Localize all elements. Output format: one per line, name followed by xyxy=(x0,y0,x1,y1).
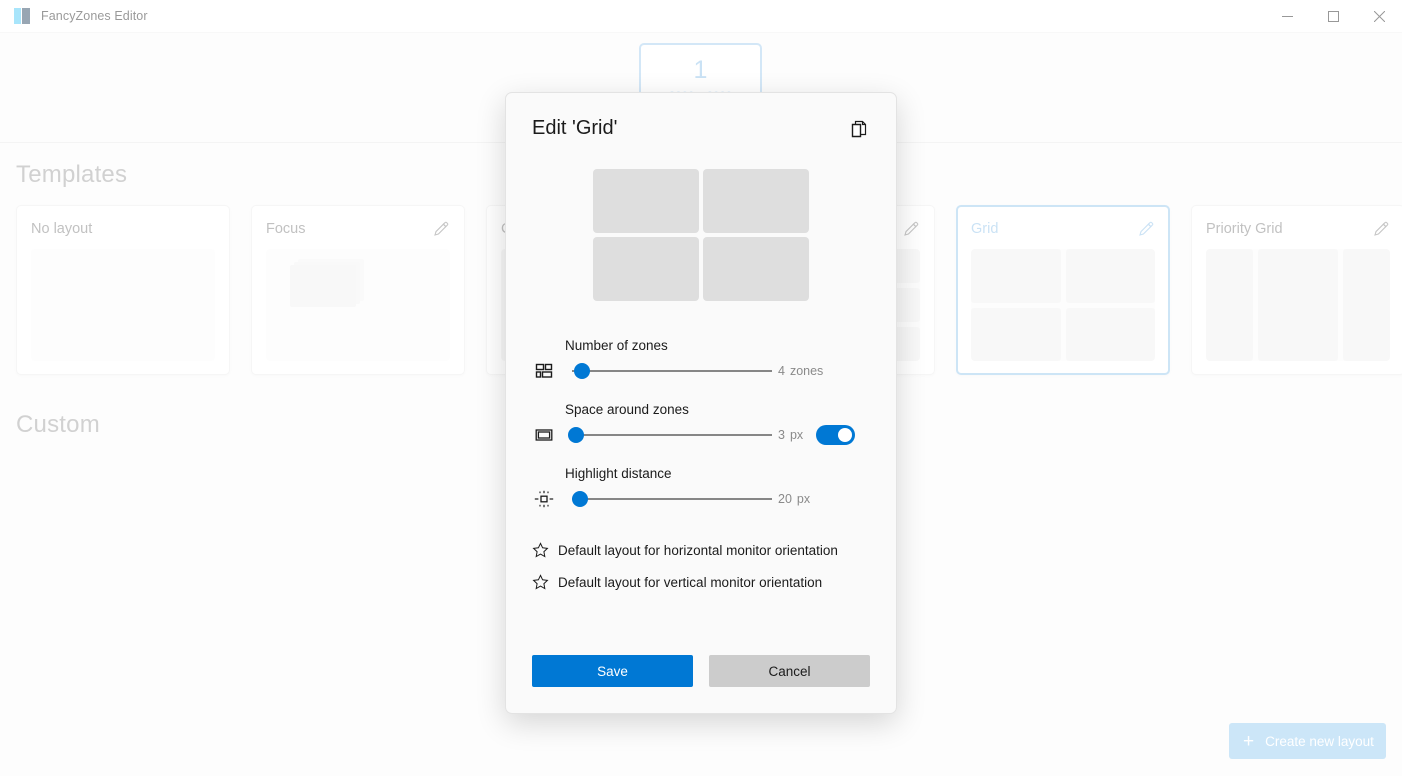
layout-preview xyxy=(593,169,809,301)
setting-row: 20 px xyxy=(532,486,870,512)
setting-label-number_of_zones: Number of zones xyxy=(565,338,668,353)
setting-row: 4 zones xyxy=(532,358,870,384)
preview-zone xyxy=(703,237,809,301)
default-orientation-options: Default layout for horizontal monitor or… xyxy=(506,534,896,598)
slider-number: 4 xyxy=(778,364,785,378)
default-layout-horizontal-option[interactable]: Default layout for horizontal monitor or… xyxy=(532,534,870,566)
slider-unit: zones xyxy=(789,364,824,378)
slider-track xyxy=(572,498,772,500)
slider-unit: px xyxy=(796,492,811,506)
slider-thumb[interactable] xyxy=(572,491,588,507)
dialog-actions: Save Cancel xyxy=(506,655,896,713)
star-outline-icon xyxy=(532,573,549,591)
dialog-title: Edit 'Grid' xyxy=(532,117,618,139)
setting-number_of_zones: Number of zones 4 zones xyxy=(532,338,870,384)
slider-number: 3 xyxy=(778,428,785,442)
setting-label-space_around_zones: Space around zones xyxy=(565,402,689,417)
slider-number_of_zones[interactable] xyxy=(566,361,772,381)
setting-space_around_zones: Space around zones 3 px xyxy=(532,402,870,448)
dialog-header: Edit 'Grid' xyxy=(506,93,896,140)
slider-value-highlight_distance: 20 px xyxy=(778,492,810,506)
preview-zone xyxy=(593,237,699,301)
star-outline-icon xyxy=(532,541,549,559)
slider-highlight_distance[interactable] xyxy=(566,489,772,509)
preview-zone xyxy=(703,169,809,233)
toggle-knob xyxy=(838,428,853,442)
slider-value-number_of_zones: 4 zones xyxy=(778,364,823,378)
default-layout-label: Default layout for horizontal monitor or… xyxy=(558,542,838,558)
setting-row: 3 px xyxy=(532,422,870,448)
edit-layout-dialog: Edit 'Grid' Number of zones 4 zones Space a… xyxy=(505,92,897,714)
toggle-space_around_zones[interactable] xyxy=(816,425,856,445)
fancyzones-editor-window: FancyZones Editor 1 3000 x 2000 Template… xyxy=(0,0,1402,776)
default-layout-vertical-option[interactable]: Default layout for vertical monitor orie… xyxy=(532,566,870,598)
settings-list: Number of zones 4 zones Space around zones 3… xyxy=(506,338,896,512)
copy-icon[interactable] xyxy=(848,118,870,140)
zones-grid-icon xyxy=(532,359,556,383)
slider-number: 20 xyxy=(778,492,792,506)
default-layout-label: Default layout for vertical monitor orie… xyxy=(558,574,823,590)
preview-zone xyxy=(593,169,699,233)
highlight-distance-icon xyxy=(532,487,556,511)
margin-rect-icon xyxy=(532,423,556,447)
cancel-button[interactable]: Cancel xyxy=(709,655,870,687)
setting-highlight_distance: Highlight distance 20 px xyxy=(532,466,870,512)
slider-space_around_zones[interactable] xyxy=(566,425,772,445)
save-button[interactable]: Save xyxy=(532,655,693,687)
slider-track xyxy=(572,434,772,436)
slider-value-space_around_zones: 3 px xyxy=(778,428,803,442)
setting-label-highlight_distance: Highlight distance xyxy=(565,466,672,481)
slider-track xyxy=(572,370,772,372)
slider-thumb[interactable] xyxy=(574,363,590,379)
slider-unit: px xyxy=(789,428,804,442)
slider-thumb[interactable] xyxy=(568,427,584,443)
